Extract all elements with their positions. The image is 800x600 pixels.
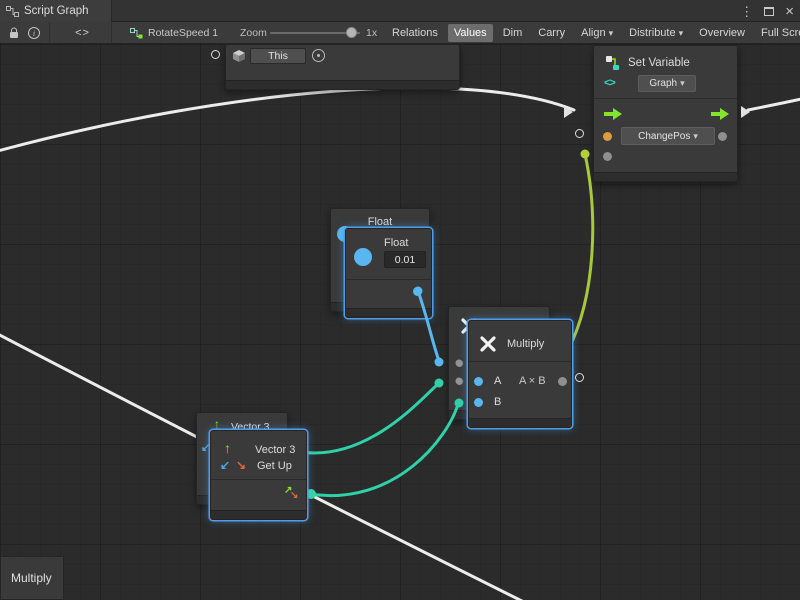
node-footer	[211, 510, 306, 519]
port-b-label: B	[494, 396, 501, 408]
carry-button[interactable]: Carry	[532, 24, 571, 42]
node-footer	[346, 308, 431, 317]
flow-input-triangle-marker[interactable]	[564, 106, 573, 118]
value-input-port[interactable]	[603, 152, 612, 161]
set-variable-icon	[605, 55, 621, 71]
flow-output-arrow-icon[interactable]	[711, 108, 729, 120]
self-target-icon[interactable]	[312, 49, 325, 62]
variable-scope-dropdown[interactable]: Graph	[638, 75, 696, 92]
scope-value: Graph	[649, 78, 677, 89]
relations-button[interactable]: Relations	[386, 24, 444, 42]
input-port-b[interactable]	[474, 398, 483, 407]
variable-name-value: ChangePos	[638, 131, 690, 142]
node-vector3-get-up[interactable]: ↑ ↙ ↘ Vector 3 Get Up ↗ ↘	[210, 430, 307, 520]
maximize-icon[interactable]	[764, 7, 774, 16]
up-arrow-icon: ↑	[224, 441, 231, 455]
code-view-toggle[interactable]: <>	[54, 22, 112, 44]
close-icon[interactable]	[785, 4, 794, 19]
dim-button[interactable]: Dim	[497, 24, 529, 42]
node-footer	[469, 418, 571, 427]
flow-wire-out-of-set-variable[interactable]	[748, 98, 800, 110]
node-multiply[interactable]: Multiply A A × B B	[468, 320, 572, 428]
result-output-port[interactable]	[558, 377, 567, 386]
zoom-value: 1x	[366, 22, 377, 44]
input-port-a[interactable]	[456, 360, 463, 367]
green-wire-endpoint[interactable]	[581, 150, 590, 159]
overview-button[interactable]: Overview	[693, 24, 751, 42]
graph-asset-icon	[130, 28, 143, 39]
toolbar-buttons: Relations Values Dim Carry Align Distrib…	[386, 24, 800, 42]
teal-wire-getup-to-multiply-a[interactable]	[290, 384, 438, 453]
tooltip-label: Multiply	[11, 571, 52, 585]
node-subtitle: Get Up	[257, 460, 292, 472]
flow-input-arrow-icon[interactable]	[604, 108, 622, 120]
down-right-arrow-icon: ↘	[236, 459, 246, 471]
teal-wire-getup-to-multiply-b[interactable]	[310, 404, 458, 496]
float-value-field[interactable]: 0.01	[384, 251, 426, 268]
window-controls	[740, 0, 794, 22]
flow-output-triangle-marker[interactable]	[741, 106, 750, 118]
info-icon[interactable]	[28, 27, 40, 39]
getup-output-port-dot[interactable]	[306, 489, 316, 499]
toolbar-left-group	[0, 22, 50, 44]
graph-name: RotateSpeed 1	[148, 27, 218, 39]
node-title: Float	[384, 237, 408, 249]
script-graph-icon	[6, 6, 19, 17]
input-port-b[interactable]	[456, 378, 463, 385]
align-dropdown-button[interactable]: Align	[575, 24, 619, 42]
value-output-port[interactable]	[718, 132, 727, 141]
node-title: Multiply	[507, 338, 544, 350]
value-port-circle-marker[interactable]	[575, 129, 584, 138]
graph-canvas[interactable]: This Set Variable <> Graph	[0, 44, 800, 600]
vector3-type-icon: ↘	[290, 491, 298, 501]
green-wire-multiply-to-setvariable[interactable]	[568, 154, 593, 350]
multiply-x-icon	[480, 336, 496, 352]
node-this-group[interactable]: This	[225, 44, 460, 90]
menu-kebab-icon[interactable]	[740, 5, 753, 18]
unity-script-graph-window: Script Graph <> RotateSpee	[0, 0, 800, 600]
float-output-port[interactable]	[413, 287, 422, 296]
lock-icon[interactable]	[9, 27, 19, 39]
zoom-slider[interactable]	[270, 32, 360, 34]
graph-toolbar: <> RotateSpeed 1 Zoom 1x Relations Value…	[0, 22, 800, 44]
multiply-tooltip: Multiply	[0, 556, 64, 600]
node-footer	[594, 172, 737, 181]
fullscreen-button[interactable]: Full Screen	[755, 24, 800, 42]
scope-code-icon: <>	[604, 77, 615, 89]
values-button[interactable]: Values	[448, 24, 493, 42]
node-title: Vector 3	[255, 444, 295, 456]
gameobject-cube-icon	[232, 49, 246, 63]
up-arrow-icon: ↑	[214, 418, 220, 430]
down-left-arrow-icon: ↙	[201, 443, 210, 454]
down-left-arrow-icon: ↙	[220, 459, 230, 471]
this-node-left-port-indicator[interactable]	[211, 50, 220, 59]
variable-name-port[interactable]	[603, 132, 612, 141]
result-label: A × B	[519, 375, 546, 387]
window-title: Script Graph	[24, 5, 89, 17]
graph-breadcrumb[interactable]: RotateSpeed 1	[130, 22, 218, 44]
this-node-label[interactable]: This	[250, 48, 306, 64]
node-float[interactable]: Float 0.01	[345, 228, 432, 318]
input-port-a[interactable]	[474, 377, 483, 386]
port-a-label: A	[494, 375, 501, 387]
float-type-icon	[354, 248, 372, 266]
flow-wire-into-set-variable[interactable]	[0, 88, 574, 152]
node-footer	[226, 80, 459, 89]
multiply-output-circle-marker[interactable]	[575, 373, 584, 382]
variable-name-dropdown[interactable]: ChangePos	[621, 127, 715, 145]
teal-wire-endpoint-a[interactable]	[435, 379, 444, 388]
zoom-slider-knob[interactable]	[346, 27, 357, 38]
script-graph-tab[interactable]: Script Graph	[0, 0, 112, 22]
distribute-dropdown-button[interactable]: Distribute	[623, 24, 689, 42]
node-set-variable[interactable]: Set Variable <> Graph ChangePos	[593, 45, 738, 182]
blue-wire-endpoint[interactable]	[435, 358, 444, 367]
node-title: Set Variable	[628, 57, 690, 69]
titlebar: Script Graph	[0, 0, 800, 22]
zoom-label: Zoom	[240, 22, 267, 44]
